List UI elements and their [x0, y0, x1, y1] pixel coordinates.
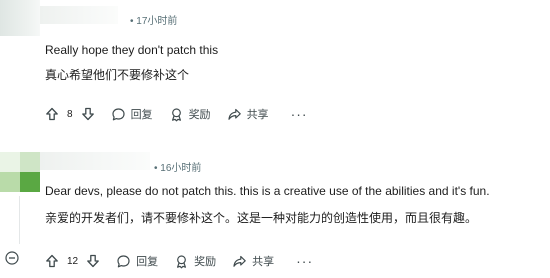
award-button[interactable]: 奖励	[169, 106, 211, 122]
arrow-down-icon[interactable]	[86, 254, 100, 268]
reply-label: 回复	[136, 256, 159, 268]
comment-text-english: Dear devs, please do not patch this. thi…	[45, 184, 490, 198]
comment-text-english: Really hope they don't patch this	[45, 43, 219, 57]
award-label: 奖励	[194, 256, 217, 268]
share-arrow-icon	[227, 107, 242, 122]
username-redacted	[40, 152, 150, 170]
share-button[interactable]: 共享	[227, 106, 269, 122]
comment-timestamp: • 16小时前	[154, 163, 202, 174]
collapse-minus-icon[interactable]	[5, 251, 19, 265]
award-button[interactable]: 奖励	[174, 253, 216, 269]
award-label: 奖励	[188, 109, 211, 121]
award-ribbon-icon	[169, 107, 184, 122]
thread-line	[19, 196, 20, 244]
more-options-button[interactable]: ···	[296, 254, 313, 268]
reply-button[interactable]: 回复	[111, 106, 153, 122]
arrow-down-icon[interactable]	[81, 107, 95, 121]
comment-actions: 8 回复 奖励 共享 ···	[45, 103, 308, 125]
comment-text-chinese: 亲爱的开发者们，请不要修补这个。这是一种对能力的创造性使用，而且很有趣。	[45, 211, 478, 225]
share-button[interactable]: 共享	[232, 253, 274, 269]
share-label: 共享	[246, 109, 269, 121]
avatar[interactable]	[0, 152, 40, 192]
award-ribbon-icon	[174, 254, 189, 269]
more-options-button[interactable]: ···	[291, 107, 308, 121]
comment-thread: • 17小时前 Really hope they don't patch thi…	[0, 0, 550, 278]
reply-label: 回复	[130, 109, 153, 121]
share-label: 共享	[252, 256, 275, 268]
speech-bubble-icon	[116, 254, 131, 269]
comment-timestamp: • 17小时前	[130, 16, 178, 27]
comment: • 17小时前 Really hope they don't patch thi…	[0, 0, 550, 140]
vote-count: 12	[67, 255, 79, 267]
comment: • 16小时前 Dear devs, please do not patch t…	[0, 146, 550, 278]
arrow-up-icon[interactable]	[45, 107, 59, 121]
speech-bubble-icon	[111, 107, 126, 122]
reply-button[interactable]: 回复	[116, 253, 158, 269]
vote-count: 8	[67, 108, 73, 120]
comment-actions: 12 回复 奖励 共享 ···	[45, 250, 313, 272]
avatar[interactable]	[0, 0, 40, 36]
arrow-up-icon[interactable]	[45, 254, 59, 268]
comment-text-chinese: 真心希望他们不要修补这个	[45, 68, 190, 82]
share-arrow-icon	[232, 254, 247, 269]
username-redacted	[40, 6, 118, 24]
